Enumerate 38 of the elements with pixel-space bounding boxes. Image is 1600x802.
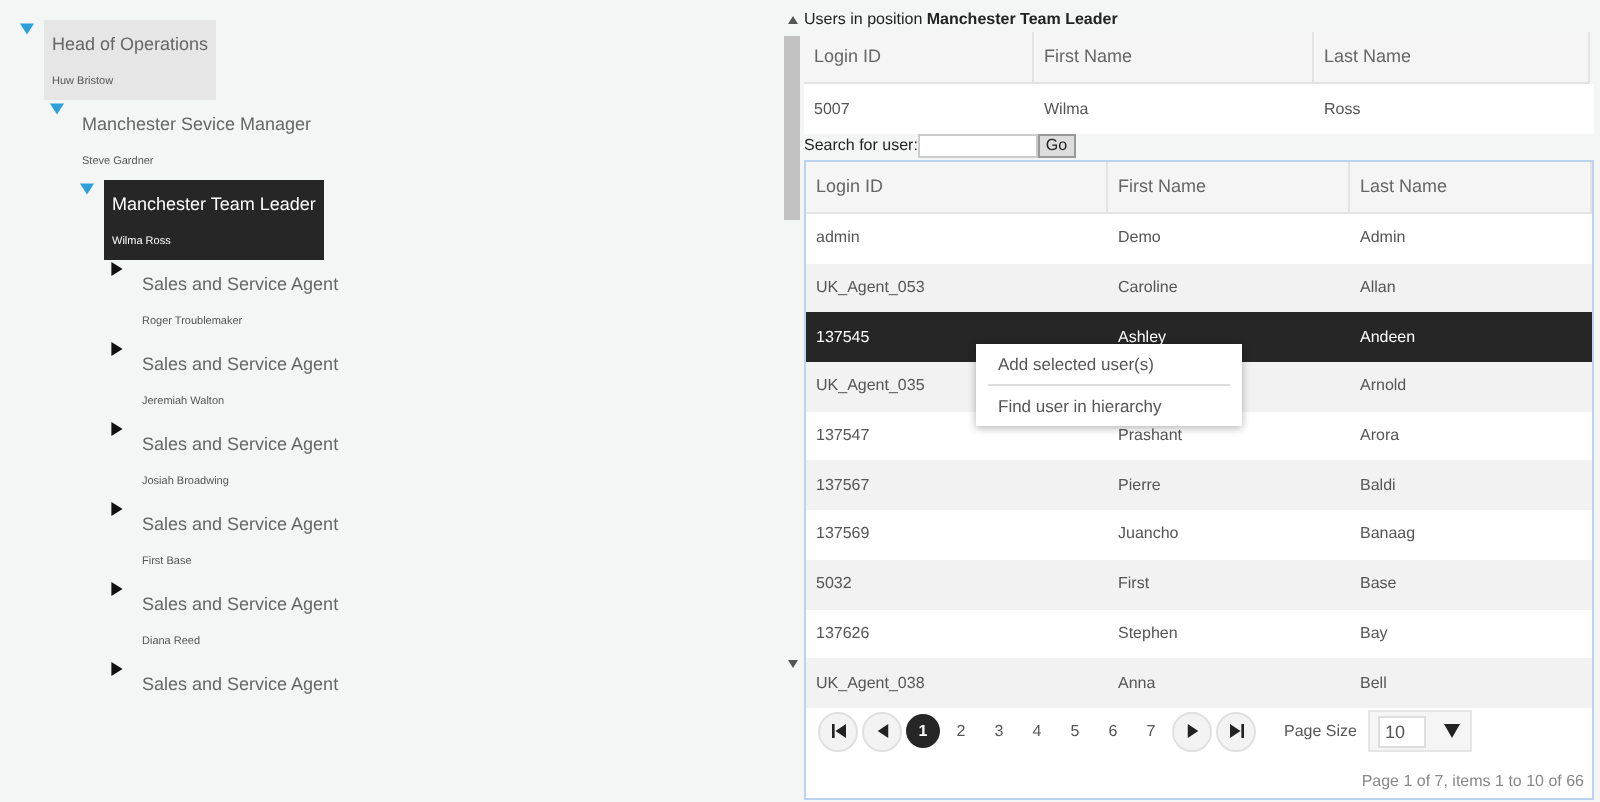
table-cell: Andeen — [1360, 325, 1416, 350]
table-cell: Baldi — [1360, 473, 1396, 498]
pager-info: Page 1 of 7, items 1 to 10 of 66 — [1361, 769, 1584, 794]
table-cell: admin — [816, 226, 860, 251]
table-cell: 137569 — [816, 522, 870, 547]
table-cell: 5032 — [816, 572, 852, 597]
table-cell: 137626 — [816, 621, 870, 646]
table-cell: 137545 — [816, 325, 870, 350]
table-cell: Bay — [1360, 621, 1388, 646]
table-cell: 137567 — [816, 473, 870, 498]
table-cell: 137547 — [816, 424, 870, 449]
table-cell: Ashley — [1118, 325, 1167, 350]
node-title: Manchester Team Leader — [112, 192, 316, 218]
table-cell: UK_Agent_038 — [816, 671, 925, 696]
table-cell: 5007 — [814, 97, 850, 121]
table-cell: Stephen — [1118, 621, 1178, 646]
table-cell: Arnold — [1360, 374, 1407, 399]
table-cell: Allan — [1360, 276, 1396, 301]
table-cell: Juancho — [1118, 522, 1179, 547]
table-cell: UK_Agent_035 — [816, 374, 925, 399]
table-cell: Arora — [1360, 424, 1400, 449]
table-cell: UK_Agent_053 — [816, 276, 925, 301]
search-label: Search for user: — [804, 134, 918, 158]
table-cell: Demo — [1118, 226, 1161, 251]
page-size-label: Page Size — [1284, 719, 1357, 744]
table-cell: Admin — [1360, 226, 1406, 251]
node-title: Head of Operations — [52, 32, 209, 58]
table-cell: Banaag — [1360, 522, 1416, 547]
table-cell: Wilma — [1044, 97, 1089, 121]
table-cell: Bell — [1360, 671, 1387, 696]
table-cell: First — [1118, 572, 1150, 597]
table-cell: Pierre — [1118, 473, 1161, 498]
position-caption: Users in position Manchester Team Leader — [804, 8, 1120, 32]
table-cell: Prashant — [1118, 424, 1183, 449]
table-cell: Anna — [1118, 671, 1156, 696]
table-cell: Ross — [1324, 97, 1361, 121]
table-cell: Caroline — [1118, 276, 1178, 301]
table-cell: Base — [1360, 572, 1397, 597]
